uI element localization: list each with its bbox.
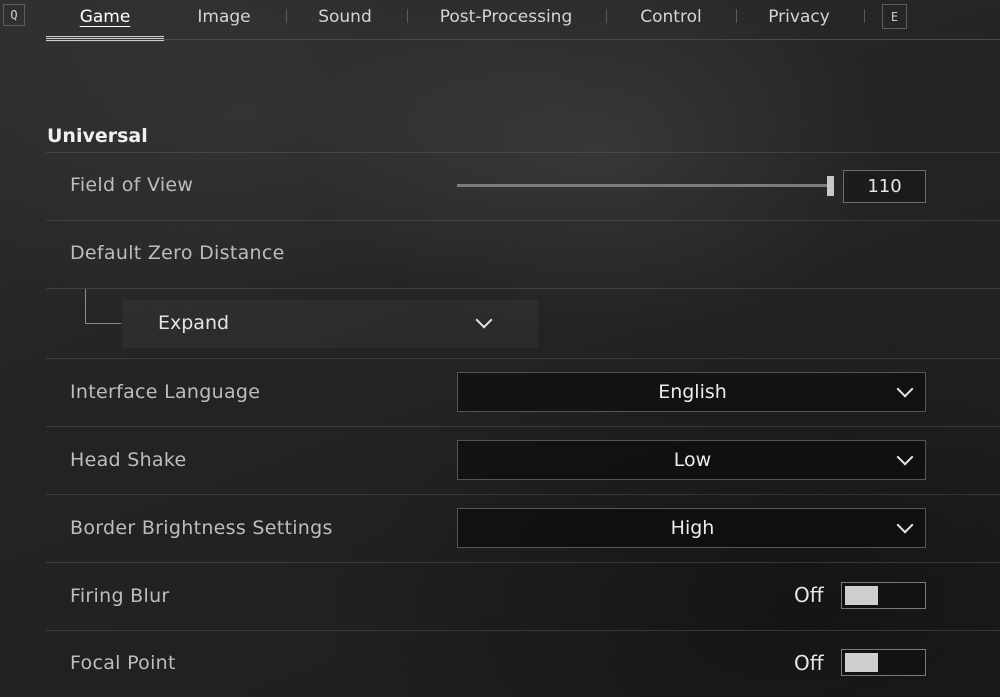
language-dropdown[interactable]: English [457,372,926,412]
tab-image[interactable]: Image [168,0,280,34]
fov-slider-track[interactable] [457,184,831,187]
firing-blur-state: Off [794,583,824,607]
fov-label: Field of View [70,174,194,196]
divider [46,288,1000,289]
toggle-knob [845,586,878,605]
border-brightness-dropdown[interactable]: High [457,508,926,548]
firing-blur-toggle[interactable] [841,582,926,609]
tab-separator [606,9,607,23]
expand-label: Expand [158,312,230,334]
tab-separator [286,9,287,23]
divider [46,630,1000,631]
divider [46,220,1000,221]
tab-post-processing[interactable]: Post-Processing [412,0,600,34]
fov-value-input[interactable]: 110 [843,170,926,203]
toggle-knob [845,653,878,672]
tab-privacy[interactable]: Privacy [740,0,858,34]
fov-slider-handle[interactable] [827,176,834,196]
focal-point-toggle[interactable] [841,649,926,676]
border-brightness-label: Border Brightness Settings [70,517,333,539]
focal-point-state: Off [794,651,824,675]
tab-separator [736,9,737,23]
divider [46,494,1000,495]
zero-distance-label: Default Zero Distance [70,242,285,264]
language-label: Interface Language [70,381,261,403]
section-title: Universal [47,125,148,147]
divider [46,152,1000,153]
tab-separator [864,9,865,23]
tab-sound[interactable]: Sound [290,0,400,34]
head-shake-label: Head Shake [70,449,187,471]
active-tab-indicator [46,36,164,42]
prev-tab-key[interactable]: Q [3,4,25,26]
head-shake-dropdown[interactable]: Low [457,440,926,480]
top-nav: Q Game Image Sound Post-Processing Contr… [0,0,1000,44]
tree-connector [85,289,86,323]
border-brightness-value: High [670,517,715,539]
tab-separator [407,9,408,23]
tree-connector [85,323,121,324]
divider [46,562,1000,563]
firing-blur-label: Firing Blur [70,585,170,607]
focal-point-label: Focal Point [70,652,176,674]
head-shake-value: Low [673,449,712,471]
divider [46,426,1000,427]
tab-game[interactable]: Game [46,0,164,34]
next-tab-key[interactable]: E [882,4,907,29]
divider [46,358,1000,359]
nav-divider [164,39,1000,40]
language-value: English [658,381,727,403]
tab-control[interactable]: Control [610,0,732,34]
